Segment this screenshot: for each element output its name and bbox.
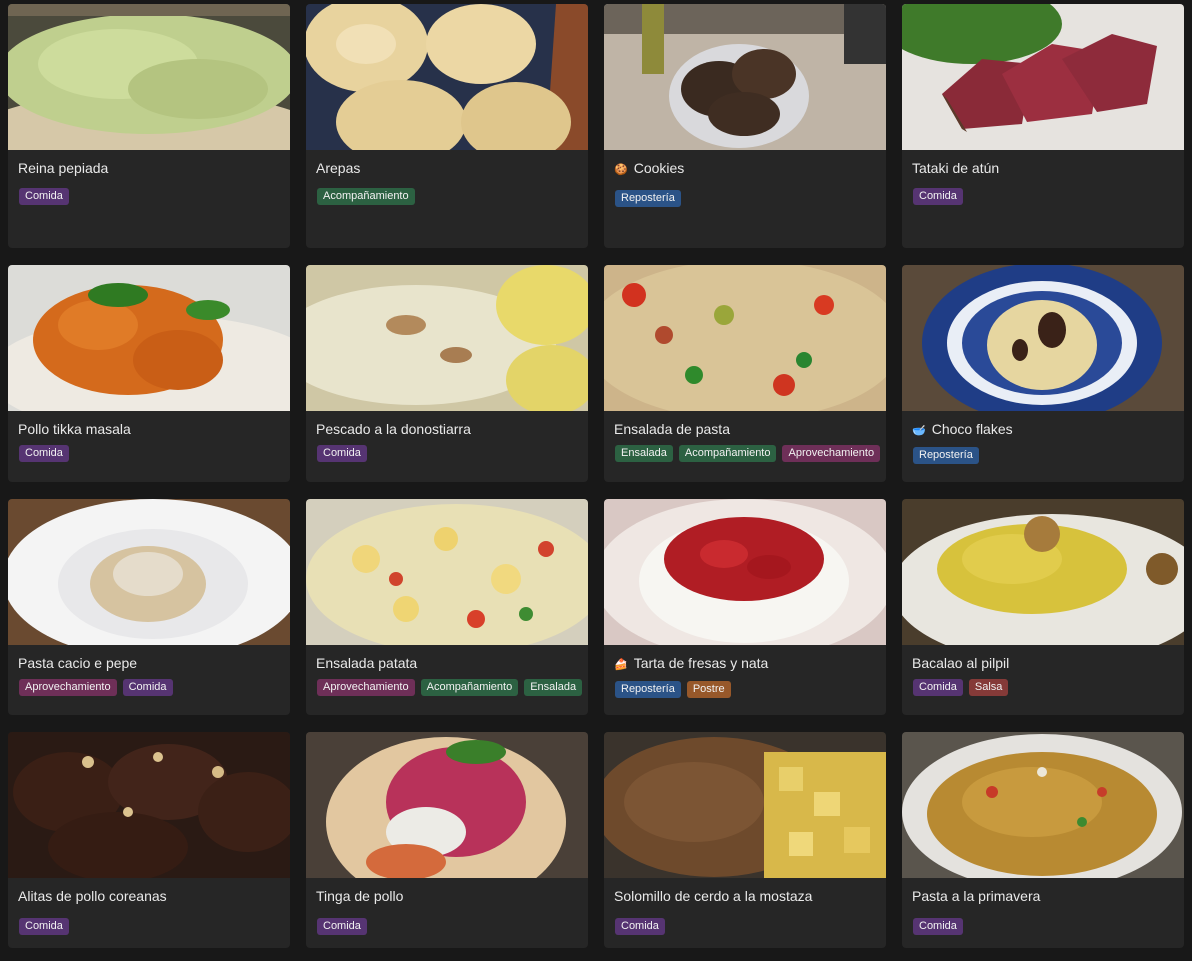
recipe-photo: [8, 265, 290, 411]
recipe-title: Arepas: [316, 160, 361, 176]
recipe-card[interactable]: 🍪 Cookies Repostería: [604, 4, 886, 248]
recipe-photo: [604, 732, 886, 878]
tag-list: Ensalada Acompañamiento Aprovechamiento: [615, 445, 881, 462]
tag-list: Repostería Postre: [615, 681, 876, 698]
recipe-photo: [8, 499, 290, 645]
tag-badge[interactable]: Ensalada: [524, 679, 583, 696]
recipe-grid: Reina pepiada Comida Arepas Acompañamien…: [0, 0, 1192, 961]
recipe-photo: [306, 4, 588, 150]
recipe-title: 🍰 Tarta de fresas y nata: [614, 655, 769, 671]
tag-badge[interactable]: Acompañamiento: [317, 188, 415, 205]
recipe-card[interactable]: Pescado a la donostiarra Comida: [306, 265, 588, 482]
recipe-photo: [306, 265, 588, 411]
tag-badge[interactable]: Salsa: [968, 679, 1009, 696]
recipe-card[interactable]: 🥣 Choco flakes Repostería: [902, 265, 1184, 482]
recipe-photo: [306, 732, 588, 878]
recipe-photo: [902, 499, 1184, 645]
tag-list: Comida: [913, 188, 1174, 205]
recipe-title: Pasta a la primavera: [912, 888, 1041, 904]
tag-badge[interactable]: Comida: [913, 188, 963, 205]
recipe-title: Pasta cacio e pepe: [18, 655, 138, 671]
recipe-card[interactable]: Reina pepiada Comida: [8, 4, 290, 248]
recipe-photo: [8, 4, 290, 150]
recipe-title: Tataki de atún: [912, 160, 1000, 176]
recipe-title: Pescado a la donostiarra: [316, 421, 471, 437]
tag-badge[interactable]: Comida: [615, 918, 665, 935]
recipe-title: Pollo tikka masala: [18, 421, 131, 437]
recipe-photo: [306, 499, 588, 645]
tag-list: Comida Salsa: [913, 679, 1174, 696]
recipe-card[interactable]: Solomillo de cerdo a la mostaza Comida: [604, 732, 886, 948]
tag-list: Comida: [19, 918, 280, 935]
recipe-card[interactable]: Alitas de pollo coreanas Comida: [8, 732, 290, 948]
tag-list: Comida: [615, 918, 876, 935]
recipe-card[interactable]: Ensalada de pasta Ensalada Acompañamient…: [604, 265, 886, 482]
cookie-icon: 🍪: [614, 164, 628, 176]
recipe-card[interactable]: Tinga de pollo Comida: [306, 732, 588, 948]
tag-list: Comida: [913, 918, 1174, 935]
tag-list: Comida: [19, 188, 280, 205]
tag-badge[interactable]: Comida: [913, 679, 963, 696]
tag-badge[interactable]: Aprovechamiento: [782, 445, 881, 462]
tag-list: Acompañamiento: [317, 188, 578, 205]
recipe-title: Reina pepiada: [18, 160, 109, 176]
recipe-photo: [902, 4, 1184, 150]
recipe-photo: [604, 265, 886, 411]
tag-badge[interactable]: Acompañamiento: [420, 679, 519, 696]
tag-badge[interactable]: Aprovechamiento: [19, 679, 117, 696]
tag-badge[interactable]: Ensalada: [615, 445, 673, 462]
recipe-title: Ensalada de pasta: [614, 421, 730, 437]
cake-icon: 🍰: [614, 659, 628, 671]
tag-badge[interactable]: Postre: [686, 681, 731, 698]
tag-badge[interactable]: Comida: [913, 918, 963, 935]
tag-badge[interactable]: Acompañamiento: [678, 445, 777, 462]
recipe-card[interactable]: Ensalada patata Aprovechamiento Acompaña…: [306, 499, 588, 715]
recipe-title: 🍪 Cookies: [614, 160, 685, 176]
recipe-title: Ensalada patata: [316, 655, 418, 671]
recipe-photo: [8, 732, 290, 878]
recipe-card[interactable]: Pasta cacio e pepe Aprovechamiento Comid…: [8, 499, 290, 715]
recipe-card[interactable]: Arepas Acompañamiento: [306, 4, 588, 248]
recipe-photo: [604, 4, 886, 150]
tag-list: Comida: [317, 918, 578, 935]
recipe-card[interactable]: Pollo tikka masala Comida: [8, 265, 290, 482]
recipe-card[interactable]: Bacalao al pilpil Comida Salsa: [902, 499, 1184, 715]
tag-list: Aprovechamiento Acompañamiento Ensalada: [317, 679, 583, 696]
tag-list: Aprovechamiento Comida: [19, 679, 280, 696]
tag-list: Comida: [19, 445, 280, 462]
tag-badge[interactable]: Comida: [19, 918, 69, 935]
recipe-title: Tinga de pollo: [316, 888, 404, 904]
recipe-card[interactable]: Pasta a la primavera Comida: [902, 732, 1184, 948]
tag-badge[interactable]: Repostería: [615, 190, 681, 207]
tag-badge[interactable]: Repostería: [913, 447, 979, 464]
tag-list: Comida: [317, 445, 578, 462]
tag-badge[interactable]: Comida: [19, 445, 69, 462]
tag-badge[interactable]: Aprovechamiento: [317, 679, 415, 696]
recipe-photo: [902, 265, 1184, 411]
recipe-photo: [604, 499, 886, 645]
recipe-title: 🥣 Choco flakes: [912, 421, 1013, 437]
recipe-photo: [902, 732, 1184, 878]
recipe-title: Bacalao al pilpil: [912, 655, 1010, 671]
bowl-icon: 🥣: [912, 425, 926, 437]
tag-list: Repostería: [913, 447, 1174, 464]
tag-badge[interactable]: Comida: [19, 188, 69, 205]
tag-list: Repostería: [615, 190, 876, 207]
tag-badge[interactable]: Comida: [122, 679, 173, 696]
recipe-title: Alitas de pollo coreanas: [18, 888, 167, 904]
recipe-title: Solomillo de cerdo a la mostaza: [614, 888, 813, 904]
tag-badge[interactable]: Comida: [317, 445, 367, 462]
recipe-card[interactable]: Tataki de atún Comida: [902, 4, 1184, 248]
tag-badge[interactable]: Repostería: [615, 681, 681, 698]
recipe-card[interactable]: 🍰 Tarta de fresas y nata Repostería Postr…: [604, 499, 886, 715]
tag-badge[interactable]: Comida: [317, 918, 367, 935]
